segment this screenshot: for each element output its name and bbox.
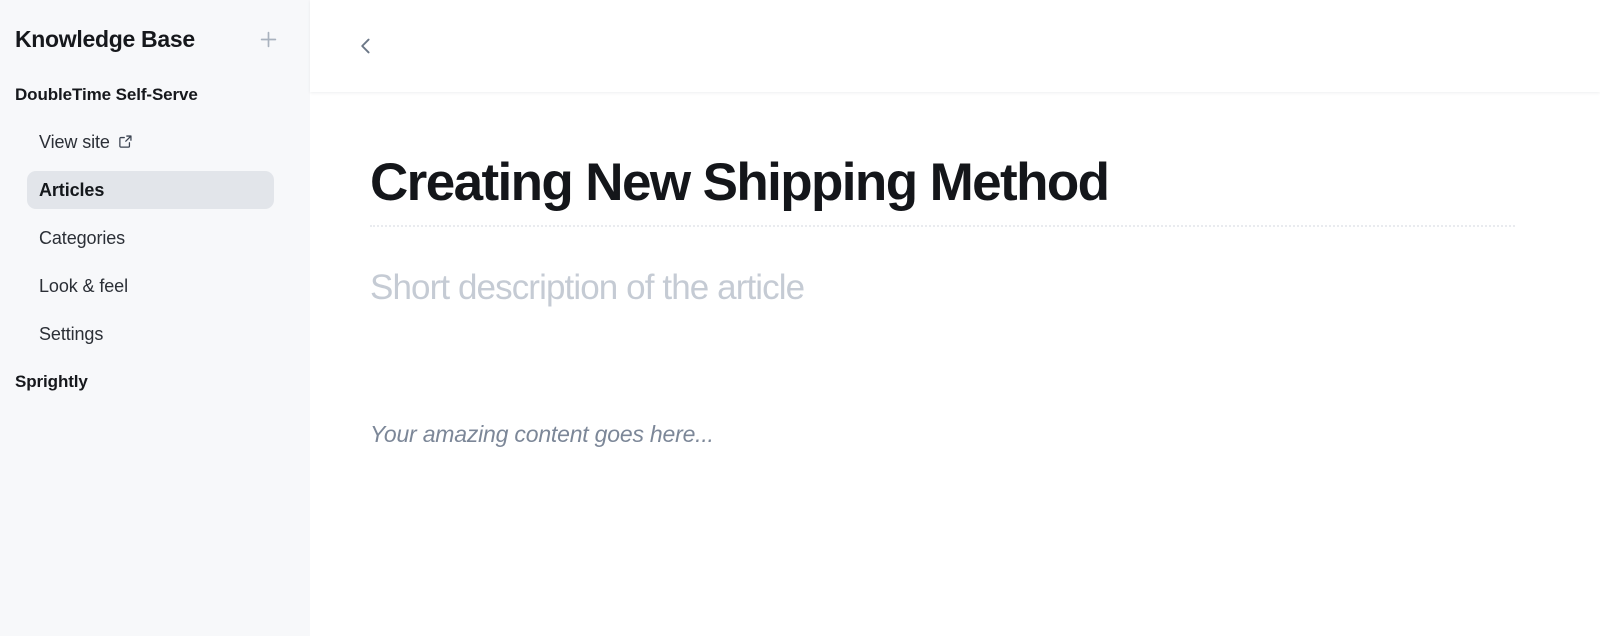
article-editor: Creating New Shipping Method Short descr… bbox=[310, 92, 1600, 636]
back-button[interactable] bbox=[349, 29, 383, 63]
sidebar-item-settings[interactable]: Settings bbox=[27, 315, 274, 353]
sidebar-group-sprightly[interactable]: Sprightly bbox=[0, 365, 298, 399]
sidebar-item-label: Settings bbox=[39, 323, 104, 344]
top-bar bbox=[310, 0, 1600, 92]
chevron-left-icon bbox=[355, 35, 377, 57]
article-body-input[interactable]: Your amazing content goes here... bbox=[370, 420, 1600, 450]
sidebar-item-articles[interactable]: Articles bbox=[27, 171, 274, 209]
app-root: Knowledge Base DoubleTime Self-Serve Vie… bbox=[0, 0, 1600, 636]
sidebar-item-label: View site bbox=[39, 131, 110, 152]
sidebar-item-look-and-feel[interactable]: Look & feel bbox=[27, 267, 274, 305]
sidebar-item-label: Categories bbox=[39, 227, 126, 248]
sidebar-group-doubletime-self-serve[interactable]: DoubleTime Self-Serve bbox=[0, 78, 298, 112]
sidebar-item-view-site[interactable]: View site bbox=[27, 123, 274, 161]
sidebar-title: Knowledge Base bbox=[15, 25, 195, 52]
sidebar: Knowledge Base DoubleTime Self-Serve Vie… bbox=[0, 0, 310, 636]
sidebar-item-categories[interactable]: Categories bbox=[27, 219, 274, 257]
sidebar-nav: DoubleTime Self-Serve View site Articles… bbox=[0, 78, 310, 399]
external-link-icon bbox=[118, 134, 133, 149]
sidebar-item-label: Articles bbox=[39, 179, 105, 200]
plus-icon bbox=[259, 30, 278, 49]
article-subtitle-input[interactable]: Short description of the article bbox=[370, 268, 1600, 308]
article-title-input[interactable]: Creating New Shipping Method bbox=[370, 154, 1515, 228]
main-content: Creating New Shipping Method Short descr… bbox=[310, 0, 1600, 636]
sidebar-item-label: Look & feel bbox=[39, 275, 128, 296]
sidebar-header: Knowledge Base bbox=[0, 0, 310, 78]
add-knowledge-base-button[interactable] bbox=[254, 25, 282, 53]
